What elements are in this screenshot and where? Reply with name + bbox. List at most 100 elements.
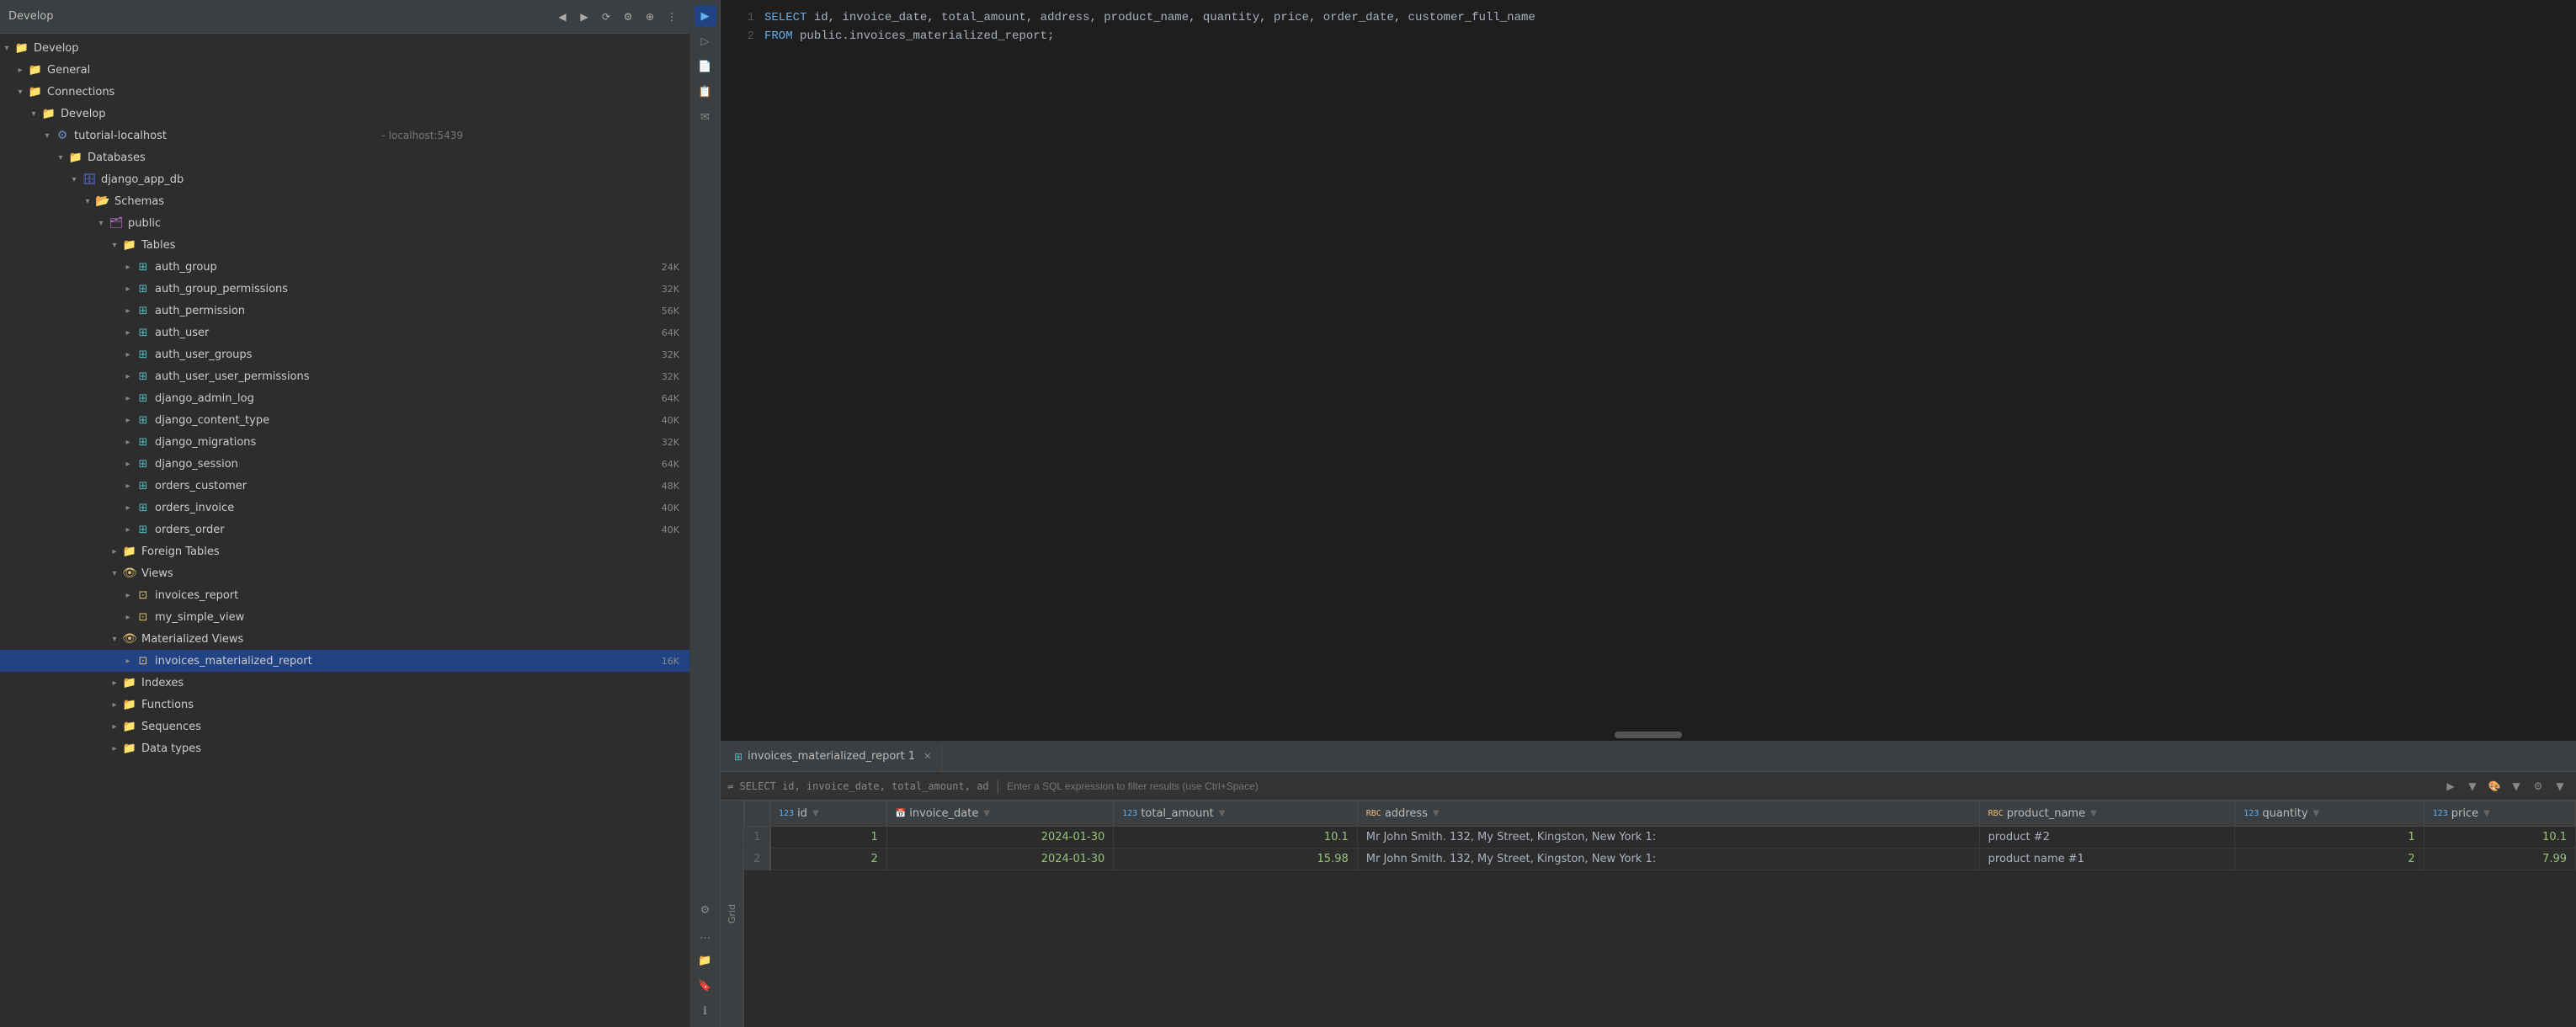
tree-item-databases[interactable]: 📁 Databases [0, 146, 689, 168]
tree-item-develop2[interactable]: 📁 Develop [0, 103, 689, 125]
tree-item-functions[interactable]: 📁 Functions [0, 694, 689, 716]
sidebar-refresh-btn[interactable]: ⟳ [597, 8, 615, 26]
left-icon-strip: ▶ ▷ 📄 📋 ✉ ⚙ … 📁 🔖 ℹ [690, 0, 721, 1027]
tree-label-indexes: Indexes [141, 677, 689, 689]
tree-item-invoices-report[interactable]: ⊡ invoices_report [0, 584, 689, 606]
grid-label-column: Grid [721, 801, 744, 1027]
col-sort-invoice-date: ▼ [983, 809, 990, 818]
tab-close-btn[interactable]: ✕ [923, 751, 931, 762]
tree-item-auth-group[interactable]: ⊞ auth_group 24K [0, 256, 689, 278]
table-icon: ⊞ [135, 390, 152, 407]
col-header-id[interactable]: 123 id ▼ [770, 801, 887, 827]
tree-label: django_session [155, 458, 662, 471]
view-icon: ⊡ [135, 587, 152, 604]
sidebar-forward-btn[interactable]: ▶ [575, 8, 593, 26]
tree-item-my-simple-view[interactable]: ⊡ my_simple_view [0, 606, 689, 628]
tree-arrow-sequences [108, 722, 121, 732]
sidebar: Develop ◀ ▶ ⟳ ⚙ ⊕ ⋮ 📁 Develop 📁 General [0, 0, 690, 1027]
more-btn[interactable]: … [695, 924, 716, 946]
tree-item-django-content-type[interactable]: ⊞ django_content_type 40K [0, 409, 689, 431]
run-selected-btn[interactable]: ▷ [695, 30, 716, 52]
tree-item-schemas[interactable]: 📂 Schemas [0, 190, 689, 212]
tree-label: invoices_materialized_report [155, 655, 662, 668]
tree-item-general[interactable]: 📁 General [0, 59, 689, 81]
tree-label: orders_order [155, 524, 662, 536]
tree-item-django-admin-log[interactable]: ⊞ django_admin_log 64K [0, 387, 689, 409]
tree-item-invoices-materialized-report[interactable]: ⊡ invoices_materialized_report 16K [0, 650, 689, 672]
tree-item-data-types[interactable]: 📁 Data types [0, 737, 689, 759]
col-header-address[interactable]: RBC address ▼ [1357, 801, 1979, 827]
col-type-price: 123 [2433, 809, 2448, 818]
cell-total-amount-2: 15.98 [1114, 849, 1358, 870]
col-header-invoice-date[interactable]: 📅 invoice_date ▼ [886, 801, 1113, 827]
bookmark-btn[interactable]: 🔖 [695, 975, 716, 997]
explain-btn[interactable]: 📄 [695, 56, 716, 77]
results-tab-invoices[interactable]: ⊞ invoices_materialized_report 1 ✕ [724, 742, 942, 771]
table-icon: ⊞ [135, 368, 152, 385]
table-icon: ⊞ [135, 521, 152, 538]
filter-run-dropdown-btn[interactable]: ▼ [2463, 777, 2482, 796]
filter-input[interactable] [1007, 780, 2435, 792]
tree-item-connections[interactable]: 📁 Connections [0, 81, 689, 103]
tree-item-views[interactable]: 👁 Views [0, 562, 689, 584]
open-btn[interactable]: 📁 [695, 950, 716, 971]
tree-item-materialized-views[interactable]: 👁 Materialized Views [0, 628, 689, 650]
col-name-price: price [2451, 807, 2478, 820]
row-num-2: 2 [745, 849, 770, 870]
tree-item-orders-invoice[interactable]: ⊞ orders_invoice 40K [0, 497, 689, 519]
scrollbar-thumb[interactable] [1615, 732, 1682, 738]
tree-item-foreign-tables[interactable]: 📁 Foreign Tables [0, 540, 689, 562]
data-table-wrapper[interactable]: 123 id ▼ 📅 invoice_date [744, 801, 2576, 1027]
tree-item-tables[interactable]: 📁 Tables [0, 234, 689, 256]
tree-item-django-session[interactable]: ⊞ django_session 64K [0, 453, 689, 475]
tree-item-auth-group-perms[interactable]: ⊞ auth_group_permissions 32K [0, 278, 689, 300]
mail-btn[interactable]: ✉ [695, 106, 716, 128]
filter-filter-btn[interactable]: ▼ [2507, 777, 2525, 796]
info-btn[interactable]: ℹ [695, 1000, 716, 1022]
tree-item-develop[interactable]: 📁 Develop [0, 37, 689, 59]
cell-price-2: 7.99 [2424, 849, 2575, 870]
run-query-btn[interactable]: ▶ [695, 5, 716, 27]
sidebar-add-btn[interactable]: ⊕ [641, 8, 659, 26]
col-header-total-amount[interactable]: 123 total_amount ▼ [1114, 801, 1358, 827]
col-header-rownum [745, 801, 770, 827]
tree-item-tutorial[interactable]: ⚙ tutorial-localhost - localhost:5439 [0, 125, 689, 146]
tree-arrow [121, 285, 135, 294]
script-btn[interactable]: 📋 [695, 81, 716, 103]
tree-arrow-tables [108, 241, 121, 250]
tree-label-databases: Databases [88, 152, 689, 164]
results-tab-bar: ⊞ invoices_materialized_report 1 ✕ [721, 742, 2576, 772]
filter-settings-btn[interactable]: ⚙ [2529, 777, 2547, 796]
tree-label-data-types: Data types [141, 742, 689, 755]
sidebar-settings-btn[interactable]: ⚙ [619, 8, 637, 26]
tree-item-django-app-db[interactable]: 🗄 django_app_db [0, 168, 689, 190]
filter-more-btn[interactable]: ▼ [2551, 777, 2569, 796]
tab-grid-icon: ⊞ [734, 751, 742, 763]
tree-item-sequences[interactable]: 📁 Sequences [0, 716, 689, 737]
tree-item-indexes[interactable]: 📁 Indexes [0, 672, 689, 694]
folder-icon: 📁 [40, 105, 57, 122]
tree-item-auth-user-user-perms[interactable]: ⊞ auth_user_user_permissions 32K [0, 365, 689, 387]
filter-color-btn[interactable]: 🎨 [2485, 777, 2504, 796]
sidebar-back-btn[interactable]: ◀ [553, 8, 572, 26]
col-header-quantity[interactable]: 123 quantity ▼ [2235, 801, 2424, 827]
filter-run-btn[interactable]: ▶ [2441, 777, 2460, 796]
tree-arrow-foreign-tables [108, 547, 121, 556]
col-header-price[interactable]: 123 price ▼ [2424, 801, 2575, 827]
table-icon: ⊞ [135, 258, 152, 275]
settings-btn[interactable]: ⚙ [695, 899, 716, 921]
tree-item-auth-permission[interactable]: ⊞ auth_permission 56K [0, 300, 689, 322]
tree-item-public[interactable]: 🗂 public [0, 212, 689, 234]
tree-item-orders-customer[interactable]: ⊞ orders_customer 48K [0, 475, 689, 497]
editor-scrollbar[interactable] [721, 729, 2576, 741]
tree-item-orders-order[interactable]: ⊞ orders_order 40K [0, 519, 689, 540]
table-row: 1 1 2024-01-30 10.1 Mr John Smith. 132, … [745, 827, 2576, 849]
tree-item-django-migrations[interactable]: ⊞ django_migrations 32K [0, 431, 689, 453]
editor-area[interactable]: 1 SELECT id, invoice_date, total_amount,… [721, 0, 2576, 729]
tree-item-auth-user[interactable]: ⊞ auth_user 64K [0, 322, 689, 343]
sidebar-more-btn[interactable]: ⋮ [663, 8, 681, 26]
tree-item-auth-user-groups[interactable]: ⊞ auth_user_groups 32K [0, 343, 689, 365]
tree-label: auth_user_groups [155, 349, 662, 361]
tree-label: orders_invoice [155, 502, 662, 514]
col-header-product-name[interactable]: RBC product_name ▼ [1979, 801, 2235, 827]
